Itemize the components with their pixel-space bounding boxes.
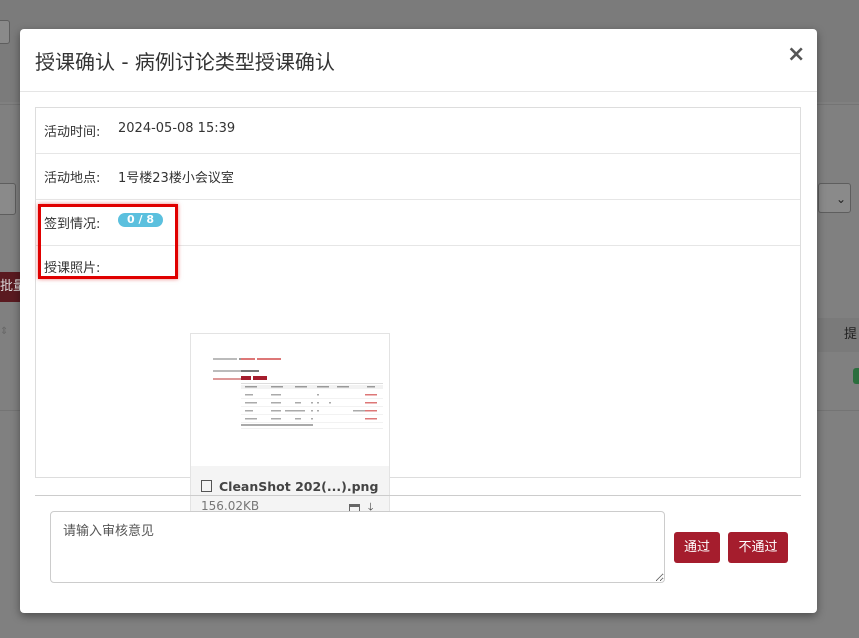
- location-row: 活动地点: 1号楼23楼小会议室: [36, 154, 800, 200]
- confirm-dialog: 授课确认 - 病例讨论类型授课确认 × 活动时间: 2024-05-08 15:…: [20, 29, 817, 613]
- location-value: 1号楼23楼小会议室: [118, 171, 234, 186]
- highlight-box: [38, 204, 178, 279]
- dialog-title: 授课确认 - 病例讨论类型授课确认: [35, 50, 335, 74]
- activity-time-value: 2024-05-08 15:39: [118, 121, 236, 136]
- thumbnail-image: [191, 334, 389, 466]
- activity-info-table: 活动时间: 2024-05-08 15:39 活动地点: 1号楼23楼小会议室 …: [35, 107, 801, 523]
- background-status-badge: [853, 368, 859, 384]
- background-filter-select-right: ⌄: [818, 183, 851, 213]
- background-batch-button: 批量: [0, 272, 22, 302]
- review-comment-input[interactable]: [50, 511, 665, 583]
- location-label: 活动地点:: [44, 171, 101, 186]
- close-icon[interactable]: ×: [787, 44, 805, 66]
- sort-icon: ⇕: [0, 326, 9, 337]
- file-name[interactable]: CleanShot 202(...).png: [219, 479, 378, 494]
- background-filter-select: [0, 183, 16, 215]
- background-table-header: 提: [818, 318, 859, 352]
- activity-time-row: 活动时间: 2024-05-08 15:39: [36, 108, 800, 154]
- dialog-header: 授课确认 - 病例讨论类型授课确认 ×: [20, 29, 817, 92]
- approve-button[interactable]: 通过: [674, 532, 720, 563]
- photo-thumbnail[interactable]: [191, 334, 389, 466]
- reject-button[interactable]: 不通过: [728, 532, 788, 563]
- image-icon: [201, 480, 212, 492]
- divider: [35, 495, 801, 496]
- activity-time-label: 活动时间:: [44, 125, 101, 140]
- background-select: [0, 20, 10, 44]
